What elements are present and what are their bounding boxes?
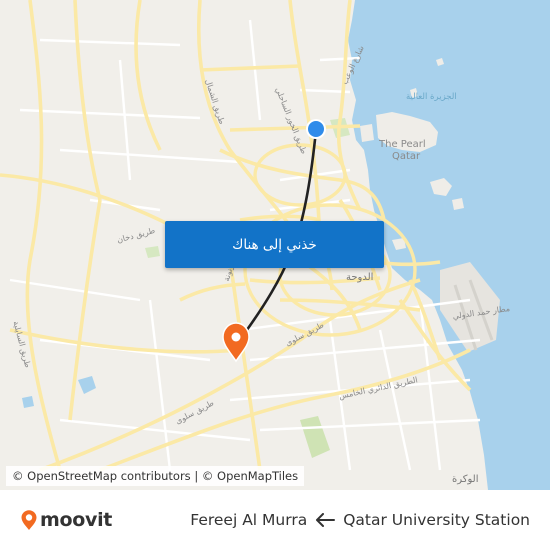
map-label-pearl-2: Qatar: [392, 151, 421, 162]
footer-bar: moovit Fereej Al Murra Qatar University …: [0, 490, 550, 550]
map-label-island: الجزيرة العالية: [406, 92, 457, 102]
origin-name: Qatar University Station: [343, 511, 530, 529]
take-me-there-button[interactable]: خذني إلى هناك: [165, 221, 384, 268]
park-area: [300, 416, 330, 458]
destination-name: Fereej Al Murra: [190, 511, 308, 529]
map-label-doha: الدوحة: [346, 272, 374, 283]
route-summary: Fereej Al Murra Qatar University Station: [190, 508, 530, 532]
moovit-logo[interactable]: moovit: [20, 508, 112, 532]
origin-marker[interactable]: [308, 121, 324, 137]
arrow-left-icon: [315, 513, 336, 527]
map-attribution[interactable]: © OpenStreetMap contributors | © OpenMap…: [6, 466, 305, 486]
map-label-wakra: الوكرة: [452, 474, 479, 485]
moovit-pin-icon: [21, 510, 37, 530]
map-label-pearl-1: The Pearl: [379, 139, 426, 150]
moovit-wordmark: moovit: [40, 509, 113, 531]
